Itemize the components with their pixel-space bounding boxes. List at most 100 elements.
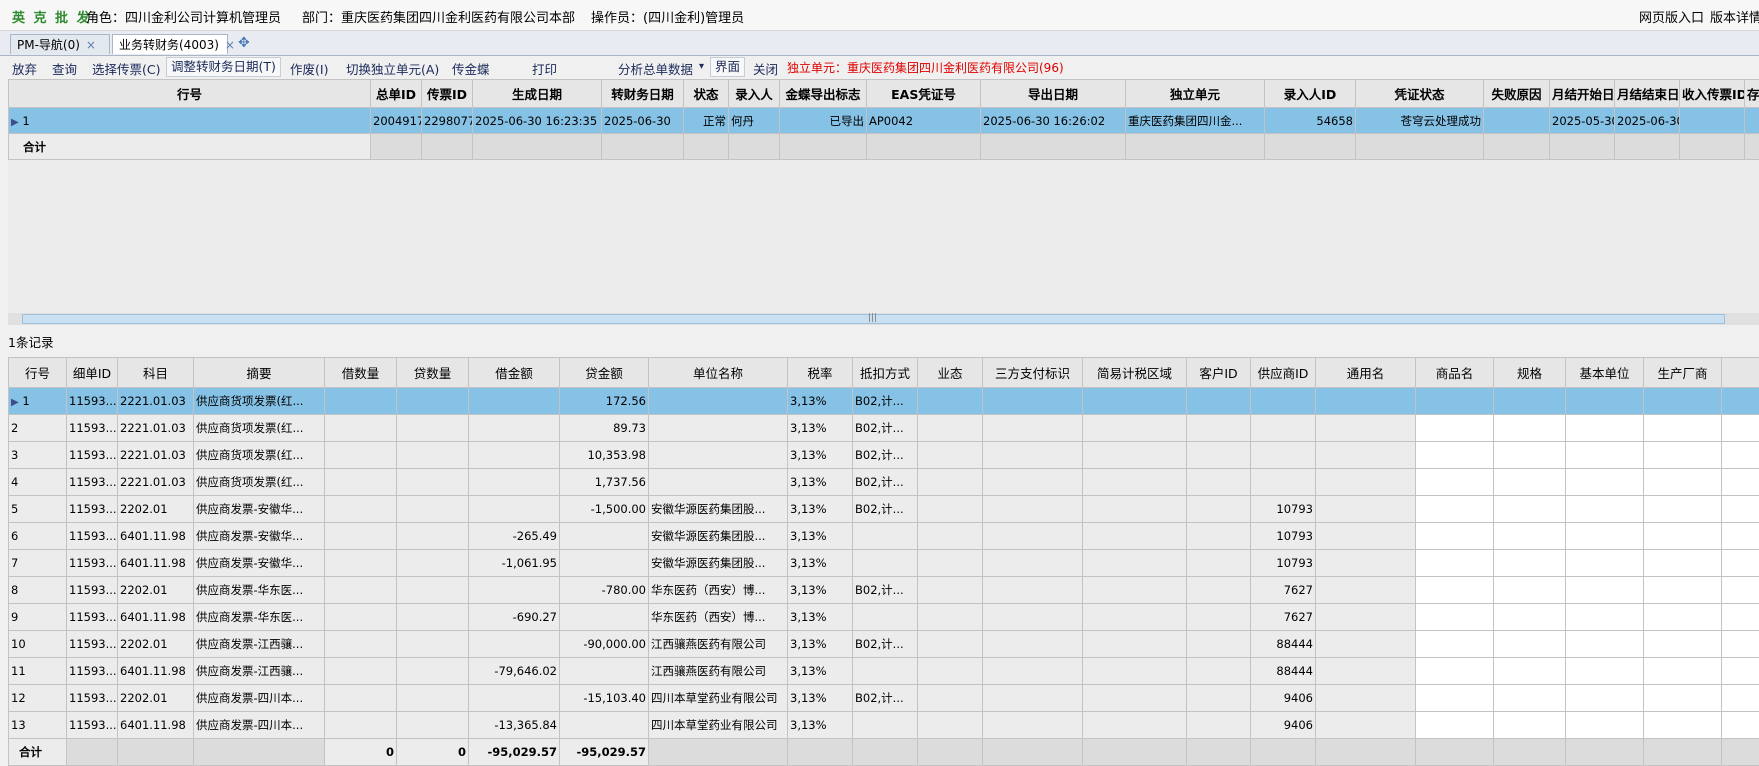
- cell[interactable]: [1082, 630, 1187, 658]
- close-icon[interactable]: ×: [86, 38, 96, 52]
- add-tab-icon[interactable]: ✥: [238, 35, 250, 51]
- cell[interactable]: 2004917: [370, 107, 422, 134]
- cell[interactable]: [1493, 414, 1566, 442]
- cell[interactable]: [1643, 576, 1722, 604]
- col-header[interactable]: 生成日期: [472, 79, 602, 108]
- table-row[interactable]: 10 11593... 2202.01 供应商发票-江西骧... -90,000.00 江…: [8, 630, 1759, 658]
- print-button[interactable]: 打印: [532, 59, 557, 78]
- cell[interactable]: [982, 549, 1083, 577]
- col-header[interactable]: 借金额: [468, 357, 560, 388]
- cell[interactable]: -690.27: [468, 603, 560, 631]
- cell[interactable]: B02,计...: [852, 495, 918, 523]
- cell[interactable]: [1643, 684, 1722, 712]
- cell[interactable]: 10793: [1250, 549, 1316, 577]
- cell[interactable]: 安徽华源医药集团股...: [648, 522, 788, 550]
- cell[interactable]: 2025-06-30: [601, 107, 684, 134]
- cell[interactable]: 54658: [1264, 107, 1356, 134]
- cell[interactable]: 3,13%: [787, 522, 853, 550]
- cell[interactable]: [1565, 657, 1644, 685]
- cell[interactable]: [1415, 684, 1494, 712]
- query-button[interactable]: 查询: [52, 59, 77, 78]
- cell[interactable]: [324, 657, 397, 685]
- col-header[interactable]: 独立单元: [1125, 79, 1265, 108]
- cell[interactable]: [1082, 684, 1187, 712]
- cell[interactable]: [1493, 441, 1566, 469]
- col-header[interactable]: 月结结束日: [1614, 79, 1680, 108]
- cell[interactable]: [1186, 630, 1251, 658]
- cell[interactable]: [1250, 387, 1316, 415]
- table-row[interactable]: 4 11593... 2221.01.03 供应商货项发票(红... 1,737.56 3…: [8, 468, 1759, 496]
- cell[interactable]: [1186, 468, 1251, 496]
- cell[interactable]: [1565, 441, 1644, 469]
- cell[interactable]: B02,计...: [852, 468, 918, 496]
- send-kingdee-button[interactable]: 传金蝶: [452, 59, 490, 78]
- cell[interactable]: [324, 468, 397, 496]
- cell[interactable]: 供应商货项发票(红...: [193, 414, 325, 442]
- cell[interactable]: [1315, 684, 1416, 712]
- cell[interactable]: [1643, 549, 1722, 577]
- cell[interactable]: [1082, 603, 1187, 631]
- cell[interactable]: [1565, 711, 1644, 739]
- cell[interactable]: 2221.01.03: [117, 441, 194, 469]
- cell[interactable]: 6401.11.98: [117, 657, 194, 685]
- cell[interactable]: [396, 495, 469, 523]
- interface-button[interactable]: 界面: [710, 57, 746, 77]
- col-header[interactable]: 规格: [1493, 357, 1566, 388]
- cell[interactable]: [1565, 522, 1644, 550]
- cell[interactable]: 6401.11.98: [117, 549, 194, 577]
- cell[interactable]: [917, 495, 983, 523]
- cell[interactable]: [1721, 630, 1759, 658]
- col-header[interactable]: 摘要: [193, 357, 325, 388]
- col-header[interactable]: 贷金额: [559, 357, 649, 388]
- cell[interactable]: [1082, 387, 1187, 415]
- col-header[interactable]: 导出日期: [980, 79, 1126, 108]
- cell[interactable]: [1315, 441, 1416, 469]
- cell[interactable]: AP0042: [866, 107, 981, 134]
- cell[interactable]: [917, 441, 983, 469]
- cell[interactable]: [1493, 495, 1566, 523]
- cell[interactable]: 2202.01: [117, 684, 194, 712]
- switch-unit-button[interactable]: 切换独立单元(A): [346, 59, 439, 78]
- cell[interactable]: [468, 495, 560, 523]
- chevron-down-icon[interactable]: ▾: [699, 61, 704, 72]
- cell[interactable]: 供应商货项发票(红...: [193, 387, 325, 415]
- col-header[interactable]: 行号: [8, 357, 67, 388]
- cell[interactable]: 88444: [1250, 657, 1316, 685]
- cell[interactable]: [1415, 657, 1494, 685]
- col-header[interactable]: 状态: [683, 79, 729, 108]
- cell[interactable]: [982, 684, 1083, 712]
- cell[interactable]: [324, 549, 397, 577]
- cell[interactable]: [982, 576, 1083, 604]
- cell[interactable]: 7627: [1250, 576, 1316, 604]
- cell[interactable]: [917, 657, 983, 685]
- cell[interactable]: [1721, 576, 1759, 604]
- cell[interactable]: 2025-05-30: [1549, 107, 1615, 134]
- cell[interactable]: [1186, 657, 1251, 685]
- cell[interactable]: [1082, 441, 1187, 469]
- cell[interactable]: 华东医药（西安）博...: [648, 603, 788, 631]
- table-row[interactable]: 8 11593... 2202.01 供应商发票-华东医... -780.00 华东医药（…: [8, 576, 1759, 604]
- cell[interactable]: [396, 414, 469, 442]
- cell[interactable]: [396, 711, 469, 739]
- cell[interactable]: [396, 468, 469, 496]
- cell[interactable]: 10793: [1250, 495, 1316, 523]
- table-row[interactable]: 2 11593... 2221.01.03 供应商货项发票(红... 89.73 3,13…: [8, 414, 1759, 442]
- cell[interactable]: [324, 603, 397, 631]
- cell[interactable]: [1721, 657, 1759, 685]
- cell[interactable]: [1565, 387, 1644, 415]
- close-button[interactable]: 关闭: [753, 59, 778, 78]
- cell[interactable]: [324, 522, 397, 550]
- cell[interactable]: [468, 414, 560, 442]
- cell[interactable]: 11593...: [66, 576, 118, 604]
- cell[interactable]: 89.73: [559, 414, 649, 442]
- cell[interactable]: [1565, 468, 1644, 496]
- col-header[interactable]: 录入人: [728, 79, 780, 108]
- cell[interactable]: [917, 468, 983, 496]
- cell[interactable]: [468, 576, 560, 604]
- cell[interactable]: [1315, 630, 1416, 658]
- cell[interactable]: [1721, 468, 1759, 496]
- cell[interactable]: [1565, 549, 1644, 577]
- cell[interactable]: [1643, 630, 1722, 658]
- cell[interactable]: [1493, 711, 1566, 739]
- cell[interactable]: [917, 549, 983, 577]
